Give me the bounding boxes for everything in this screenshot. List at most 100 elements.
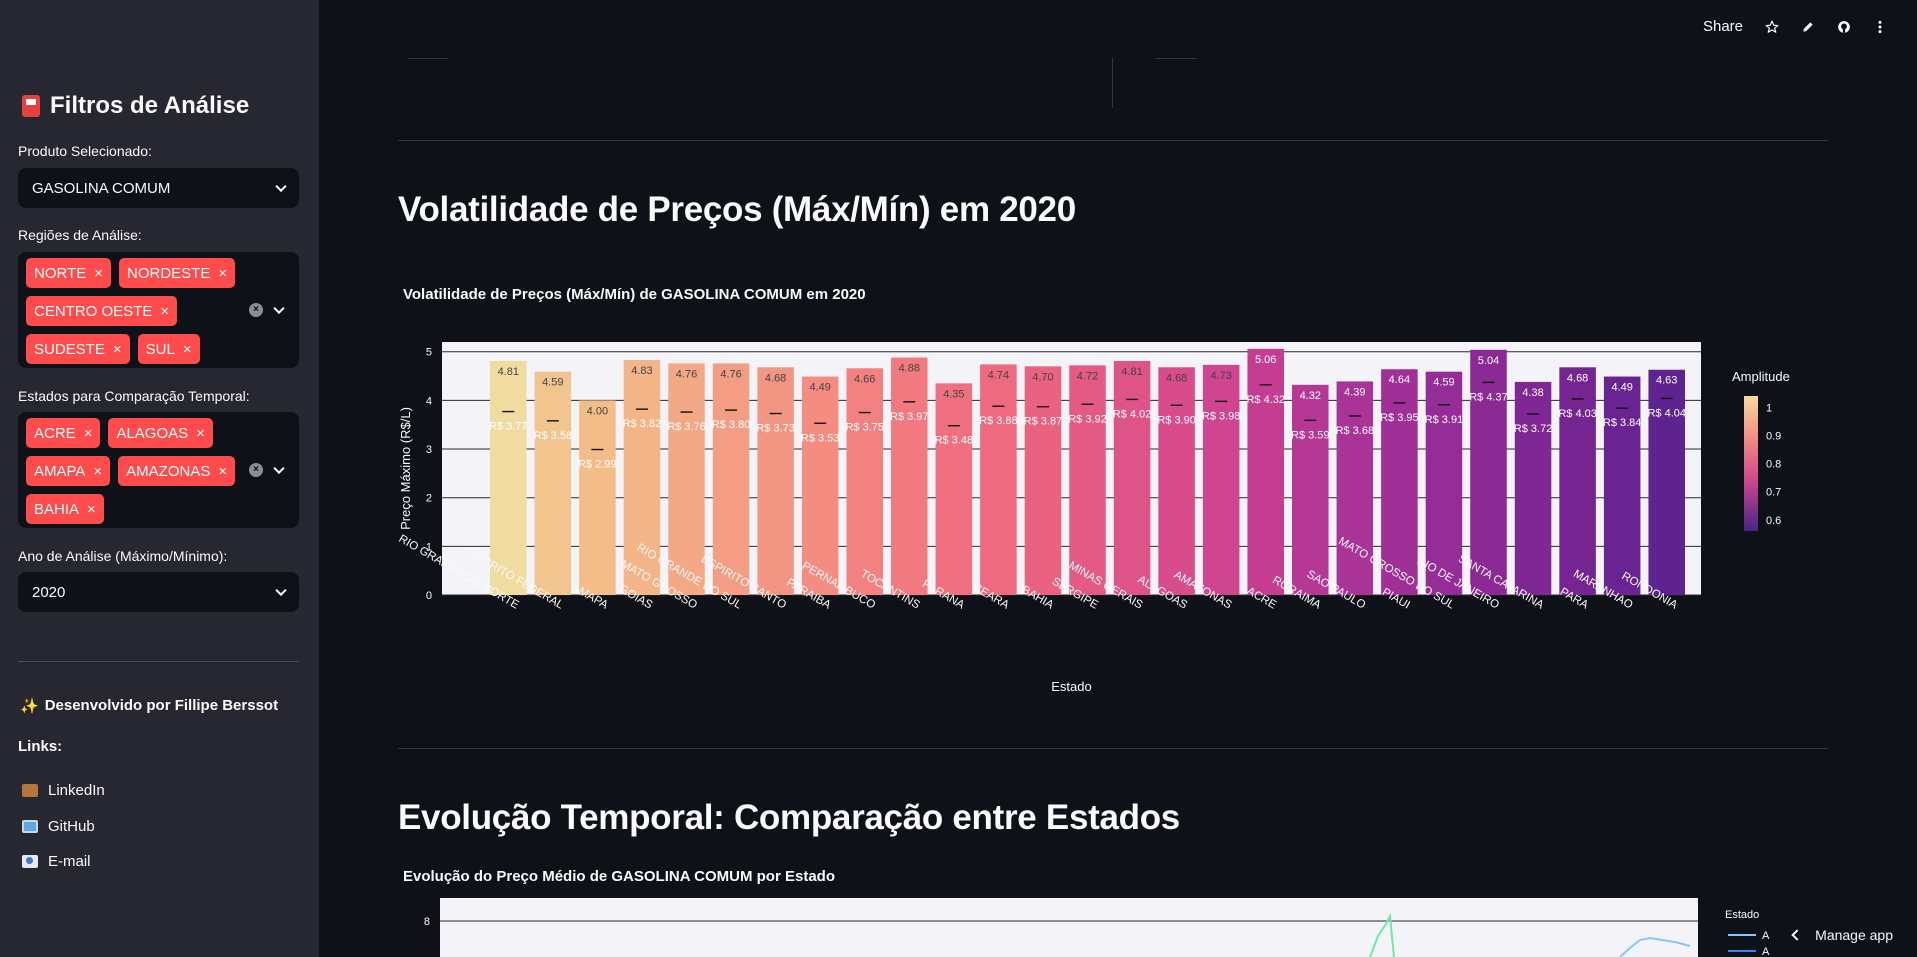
bar — [579, 400, 616, 595]
filter-chip[interactable]: AMAZONAS × — [118, 456, 236, 486]
filter-chip-label: CENTRO OESTE — [34, 302, 153, 320]
chevron-down-icon[interactable] — [273, 302, 285, 315]
filter-chip[interactable]: ACRE × — [26, 418, 101, 448]
bar — [534, 371, 572, 595]
sparkles-icon: ✨ — [20, 698, 39, 715]
fuel-pump-icon — [22, 95, 40, 117]
line-chart-plot-bg — [440, 898, 1698, 957]
remove-chip-icon[interactable]: × — [218, 463, 227, 480]
sidebar: Filtros de Análise Produto Selecionado: … — [0, 0, 319, 957]
envelope-icon — [22, 855, 38, 868]
github-icon[interactable] — [1837, 20, 1851, 34]
section-evolution-title: Evolução Temporal: Comparação entre Esta… — [398, 798, 1180, 837]
link-linkedin[interactable]: LinkedIn — [22, 782, 105, 799]
filter-chip[interactable]: AMAPA × — [26, 456, 111, 486]
min-value-label: R$ 3.53 — [801, 432, 840, 444]
sidebar-title: Filtros de Análise — [22, 92, 249, 120]
filter-chip[interactable]: ALAGOAS × — [108, 418, 213, 448]
manage-app-button[interactable]: Manage app — [1791, 927, 1893, 943]
remove-chip-icon[interactable]: × — [183, 341, 192, 358]
remove-chip-icon[interactable]: × — [160, 303, 169, 320]
filter-chip[interactable]: BAHIA × — [26, 494, 104, 524]
max-value-label: 4.63 — [1656, 375, 1677, 387]
filter-chip[interactable]: NORDESTE × — [119, 258, 236, 288]
bar — [1202, 364, 1240, 595]
x-axis-title: Estado — [1051, 679, 1091, 694]
share-button[interactable]: Share — [1703, 18, 1743, 35]
remove-chip-icon[interactable]: × — [113, 341, 122, 358]
max-value-label: 4.72 — [1077, 370, 1098, 382]
clear-icon[interactable]: × — [249, 463, 263, 477]
max-value-label: 4.32 — [1300, 390, 1321, 402]
colorbar-title: Amplitude — [1732, 369, 1790, 384]
manage-app-text[interactable]: Manage app — [1815, 927, 1893, 943]
briefcase-icon — [22, 784, 38, 797]
max-value-label: 4.59 — [1433, 377, 1454, 389]
filter-chip-label: NORDESTE — [127, 264, 211, 282]
bar — [1648, 369, 1685, 595]
min-value-label: R$ 3.98 — [1202, 410, 1241, 422]
filter-chip[interactable]: NORTE × — [26, 258, 111, 288]
max-value-label: 4.38 — [1522, 387, 1543, 399]
ano-select-value: 2020 — [32, 583, 66, 601]
min-value-label: R$ 3.88 — [979, 415, 1018, 427]
filter-chip-label: NORTE — [34, 264, 87, 282]
link-github-text[interactable]: GitHub — [48, 818, 95, 835]
link-linkedin-text[interactable]: LinkedIn — [48, 782, 105, 799]
column-separator — [1112, 58, 1113, 108]
colorbar-tick-label: 1 — [1766, 402, 1772, 414]
min-value-label: R$ 3.76 — [667, 421, 706, 433]
filter-chip-label: ALAGOAS — [116, 424, 189, 442]
max-value-label: 4.39 — [1344, 386, 1365, 398]
produto-label: Produto Selecionado: — [18, 143, 152, 159]
filter-chip[interactable]: SUDESTE × — [26, 334, 130, 364]
pencil-icon[interactable] — [1801, 20, 1815, 34]
regioes-label: Regiões de Análise: — [18, 227, 142, 243]
max-value-label: 4.68 — [1567, 372, 1588, 384]
remove-chip-icon[interactable]: × — [196, 425, 205, 442]
bar — [935, 383, 973, 595]
remove-chip-icon[interactable]: × — [218, 265, 227, 282]
more-menu-icon[interactable] — [1873, 20, 1887, 34]
filter-chip-label: AMAPA — [34, 462, 86, 480]
remove-chip-icon[interactable]: × — [84, 425, 93, 442]
regioes-multiselect[interactable]: NORTE × NORDESTE × CENTRO OESTE × SUDESTE × SUL ×… — [18, 252, 299, 368]
min-value-label: R$ 3.80 — [712, 419, 751, 431]
filter-chip-label: ACRE — [34, 424, 76, 442]
max-value-label: 4.81 — [1121, 366, 1142, 378]
max-value-label: 4.49 — [809, 382, 830, 394]
ano-select[interactable]: 2020 — [18, 572, 299, 612]
remove-chip-icon[interactable]: × — [87, 501, 96, 518]
link-email[interactable]: E-mail — [22, 853, 91, 870]
link-github[interactable]: GitHub — [22, 818, 95, 835]
filter-chip[interactable]: SUL × — [137, 334, 200, 364]
filter-chip-label: BAHIA — [34, 500, 80, 518]
bar — [1603, 376, 1641, 595]
produto-select[interactable]: GASOLINA COMUM — [18, 168, 299, 208]
min-value-label: R$ 4.04 — [1647, 407, 1686, 419]
min-value-label: R$ 3.68 — [1336, 425, 1375, 437]
regioes-chips: NORTE × NORDESTE × CENTRO OESTE × SUDESTE × SUL × — [26, 258, 241, 364]
star-icon[interactable] — [1765, 20, 1779, 34]
estados-label: Estados para Comparação Temporal: — [18, 388, 250, 404]
remove-chip-icon[interactable]: × — [94, 265, 103, 282]
colorbar-tick-label: 0.7 — [1766, 487, 1781, 499]
chevron-down-icon[interactable] — [273, 462, 285, 475]
clear-icon[interactable]: × — [249, 303, 263, 317]
max-value-label: 4.73 — [1210, 370, 1231, 382]
max-value-label: 4.66 — [854, 373, 875, 385]
chart-title: Volatilidade de Preços (Máx/Mín) de GASO… — [403, 286, 866, 303]
min-value-label: R$ 3.84 — [1603, 417, 1642, 429]
line-legend-title: Estado — [1725, 909, 1759, 921]
colorbar-tick-label: 0.6 — [1766, 515, 1781, 527]
bar — [1024, 366, 1062, 595]
filter-chip[interactable]: CENTRO OESTE × — [26, 296, 178, 326]
colorbar — [1744, 396, 1758, 531]
chevron-left-icon — [1791, 929, 1803, 941]
ano-label: Ano de Análise (Máximo/Mínimo): — [18, 548, 228, 564]
min-value-label: R$ 3.72 — [1514, 423, 1553, 435]
estados-multiselect[interactable]: ACRE × ALAGOAS × AMAPA × AMAZONAS × BAHIA × × — [18, 412, 299, 528]
remove-chip-icon[interactable]: × — [93, 463, 102, 480]
max-value-label: 4.49 — [1611, 382, 1632, 394]
link-email-text[interactable]: E-mail — [48, 853, 91, 870]
